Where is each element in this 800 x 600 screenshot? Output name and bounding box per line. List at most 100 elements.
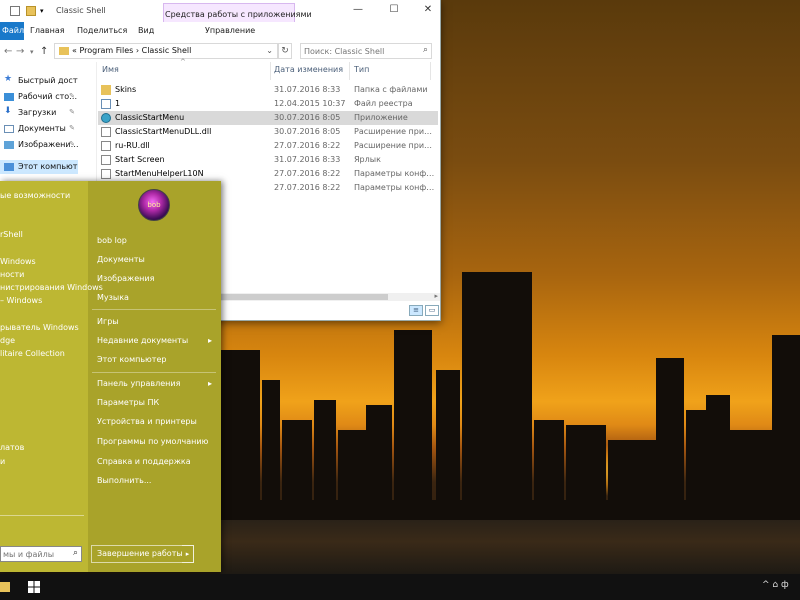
menu-separator bbox=[92, 372, 216, 373]
file-row-ru-dll[interactable]: ru-RU.dll 27.07.2016 8:22 Расширение при… bbox=[98, 139, 438, 153]
menu-item-documents[interactable]: Документы bbox=[97, 255, 145, 264]
pictures-icon bbox=[4, 141, 14, 149]
user-avatar[interactable]: bob bbox=[138, 189, 170, 221]
ribbon-tabs: Файл Главная Поделиться Вид Управление bbox=[0, 22, 440, 41]
menu-item-help-support[interactable]: Справка и поддержка bbox=[97, 457, 191, 466]
submenu-arrow-icon: ▸ bbox=[208, 336, 213, 345]
column-header-name[interactable]: Имя bbox=[102, 65, 119, 74]
menu-item-pictures[interactable]: Изображения bbox=[97, 274, 154, 283]
menu-item-devices-printers[interactable]: Устройства и принтеры bbox=[97, 417, 197, 426]
address-path: « Program Files › Classic Shell bbox=[72, 46, 191, 55]
menu-item-run[interactable]: Выполнить... bbox=[97, 476, 151, 485]
folder-icon bbox=[59, 47, 69, 55]
horizontal-scrollbar[interactable]: ▸ bbox=[220, 292, 440, 301]
forward-arrow-icon[interactable]: → bbox=[16, 46, 24, 57]
menu-item-recent-documents[interactable]: Недавние документы bbox=[97, 336, 188, 345]
program-item[interactable]: ые возможности bbox=[0, 191, 70, 200]
system-tray[interactable]: ^ ⌂ ф bbox=[762, 580, 789, 590]
column-separator[interactable] bbox=[430, 62, 431, 80]
column-separator[interactable] bbox=[270, 62, 271, 80]
star-icon: ★ bbox=[4, 74, 13, 84]
file-explorer-taskbar-icon[interactable] bbox=[0, 582, 10, 592]
menu-item-music[interactable]: Музыка bbox=[97, 293, 129, 302]
tab-view[interactable]: Вид bbox=[138, 26, 154, 35]
breadcrumb-program-files[interactable]: Program Files bbox=[79, 46, 133, 55]
maximize-button[interactable]: ☐ bbox=[384, 4, 404, 18]
column-header-type[interactable]: Тип bbox=[354, 65, 369, 74]
address-dropdown-icon[interactable]: ⌄ bbox=[266, 46, 273, 55]
quick-access-dropdown-icon[interactable]: ▾ bbox=[40, 6, 50, 16]
shutdown-options-icon[interactable]: ▸ bbox=[182, 545, 194, 563]
large-icons-view-icon[interactable]: ▭ bbox=[425, 305, 439, 316]
file-row-registry[interactable]: 1 12.04.2015 10:37 Файл реестра bbox=[98, 97, 438, 111]
program-item[interactable]: rShell bbox=[0, 230, 23, 239]
refresh-button[interactable]: ↻ bbox=[278, 43, 292, 59]
nav-desktop[interactable]: Рабочий сто… ✎ bbox=[0, 90, 78, 104]
start-menu: ые возможности rShell Windows ности нист… bbox=[0, 181, 221, 572]
download-icon: ⬇ bbox=[4, 106, 12, 116]
minimize-button[interactable]: — bbox=[348, 4, 368, 18]
file-row-start-screen[interactable]: Start Screen 31.07.2016 8:33 Ярлык bbox=[98, 153, 438, 167]
program-item[interactable]: нистрирования Windows bbox=[0, 283, 103, 292]
menu-item-pc-settings[interactable]: Параметры ПК bbox=[97, 398, 159, 407]
up-arrow-icon[interactable]: ↑ bbox=[40, 46, 48, 57]
file-row-classicstartmenu[interactable]: ClassicStartMenu 30.07.2016 8:05 Приложе… bbox=[98, 111, 438, 125]
nav-quick-access[interactable]: ★ Быстрый доступ bbox=[0, 74, 78, 88]
pin-icon[interactable]: ✎ bbox=[69, 140, 75, 148]
program-item[interactable]: dge bbox=[0, 336, 15, 345]
program-item[interactable]: рыватель Windows bbox=[0, 323, 79, 332]
program-item[interactable]: Windows bbox=[0, 257, 36, 266]
address-prefix: « bbox=[72, 46, 77, 55]
tab-share[interactable]: Поделиться bbox=[77, 26, 127, 35]
pin-icon[interactable]: ✎ bbox=[69, 124, 75, 132]
title-bar[interactable]: ▾ Classic Shell Средства работы с прилож… bbox=[0, 0, 440, 22]
menu-item-this-pc[interactable]: Этот компьютер bbox=[97, 355, 166, 364]
close-button[interactable]: ✕ bbox=[418, 4, 438, 18]
menu-item-default-programs[interactable]: Программы по умолчанию bbox=[97, 437, 208, 446]
navigation-pane: ★ Быстрый доступ Рабочий сто… ✎ ⬇ Загруз… bbox=[0, 70, 78, 180]
folder-icon bbox=[101, 85, 111, 95]
start-search-box[interactable]: ⌕ bbox=[0, 546, 82, 562]
back-arrow-icon[interactable]: ← bbox=[4, 46, 12, 57]
program-item[interactable]: латов bbox=[0, 443, 24, 452]
shutdown-button[interactable]: Завершение работы bbox=[91, 545, 194, 563]
menu-item-games[interactable]: Игры bbox=[97, 317, 119, 326]
breadcrumb-classic-shell[interactable]: Classic Shell bbox=[142, 46, 192, 55]
program-item[interactable]: и bbox=[0, 457, 5, 466]
properties-icon[interactable] bbox=[10, 6, 20, 16]
file-row-dll[interactable]: ClassicStartMenuDLL.dll 30.07.2016 8:05 … bbox=[98, 125, 438, 139]
address-bar[interactable]: « Program Files › Classic Shell ⌄ bbox=[54, 43, 278, 59]
menu-item-user[interactable]: bob lop bbox=[97, 236, 127, 245]
scrollbar-thumb[interactable] bbox=[220, 294, 388, 300]
dll-icon bbox=[101, 141, 111, 151]
pin-icon[interactable]: ✎ bbox=[69, 108, 75, 116]
start-search-input[interactable] bbox=[1, 547, 67, 561]
start-menu-programs-pane bbox=[0, 181, 88, 572]
tab-file[interactable]: Файл bbox=[0, 22, 24, 40]
nav-documents[interactable]: Документы ✎ bbox=[0, 122, 78, 136]
recent-locations-icon[interactable]: ▾ bbox=[30, 48, 34, 56]
column-header-date[interactable]: Дата изменения bbox=[274, 65, 343, 74]
program-item[interactable]: litaire Collection bbox=[0, 349, 65, 358]
menu-item-control-panel[interactable]: Панель управления bbox=[97, 379, 180, 388]
new-folder-icon[interactable] bbox=[26, 6, 36, 16]
computer-icon bbox=[4, 163, 14, 171]
search-box[interactable]: ⌕ bbox=[300, 43, 432, 59]
nav-this-pc[interactable]: Этот компьютер bbox=[0, 160, 78, 174]
pin-icon[interactable]: ✎ bbox=[69, 92, 75, 100]
details-view-icon[interactable]: ≡ bbox=[409, 305, 423, 316]
nav-pictures[interactable]: Изображени… ✎ bbox=[0, 138, 78, 152]
column-separator[interactable] bbox=[349, 62, 350, 80]
program-item[interactable]: – Windows bbox=[0, 296, 42, 305]
water-reflection bbox=[220, 520, 800, 574]
tab-manage[interactable]: Управление bbox=[205, 26, 255, 35]
tab-home[interactable]: Главная bbox=[30, 26, 65, 35]
program-item[interactable]: ности bbox=[0, 270, 24, 279]
classic-shell-icon bbox=[101, 113, 111, 123]
search-input[interactable] bbox=[301, 44, 417, 58]
file-row-helper[interactable]: StartMenuHelperL10N 27.07.2016 8:22 Пара… bbox=[98, 167, 438, 181]
file-row-skins[interactable]: Skins 31.07.2016 8:33 Папка с файлами bbox=[98, 83, 438, 97]
windows-store-icon[interactable] bbox=[28, 581, 40, 593]
nav-downloads[interactable]: ⬇ Загрузки ✎ bbox=[0, 106, 78, 120]
scroll-right-icon[interactable]: ▸ bbox=[434, 292, 438, 300]
